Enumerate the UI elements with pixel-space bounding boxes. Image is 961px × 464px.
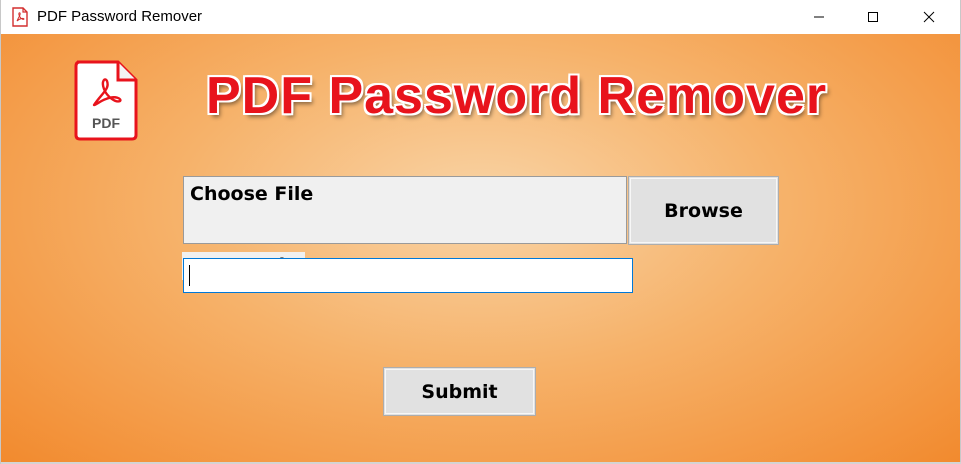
minimize-button[interactable] [796, 0, 842, 34]
pdf-logo-label: PDF [92, 115, 120, 131]
window-title: PDF Password Remover [37, 8, 203, 25]
title-bar[interactable]: PDF Password Remover [1, 0, 960, 34]
app-window: PDF Password Remover PDF PDF Password Re… [0, 0, 961, 464]
submit-button[interactable]: Submit [383, 367, 536, 416]
close-icon [923, 8, 935, 27]
password-input[interactable] [183, 258, 633, 293]
maximize-button[interactable] [850, 0, 896, 34]
maximize-icon [867, 8, 879, 27]
text-caret [189, 265, 190, 286]
browse-button[interactable]: Browse [628, 176, 779, 245]
choose-file-label: Choose File [190, 183, 314, 205]
close-button[interactable] [906, 0, 952, 34]
minimize-icon [813, 8, 825, 27]
pdf-file-icon: PDF [72, 59, 140, 141]
file-path-field[interactable]: Choose File [183, 176, 627, 244]
pdf-app-icon [11, 7, 29, 27]
page-title: PDF Password Remover [206, 67, 828, 125]
